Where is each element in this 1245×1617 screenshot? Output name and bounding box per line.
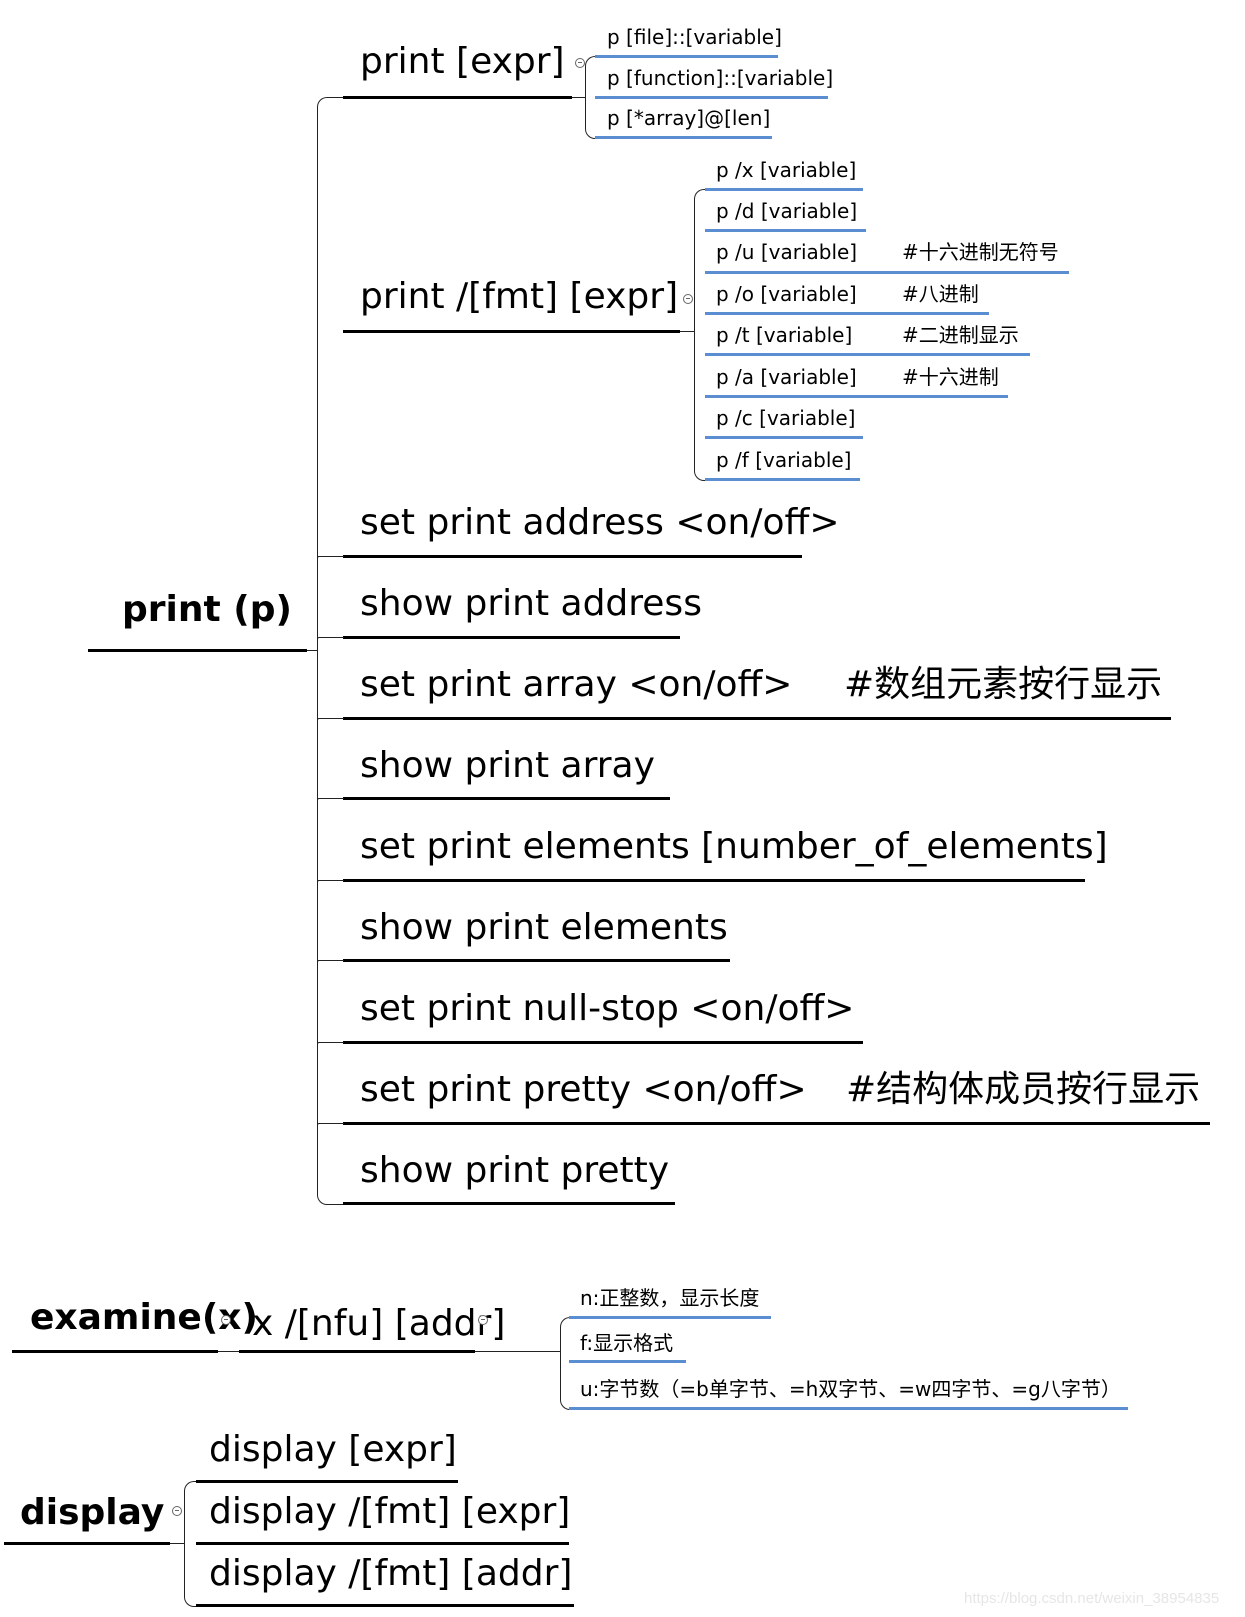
leaf-underline (705, 229, 866, 232)
node-underline (343, 555, 802, 558)
leaf-underline (705, 188, 863, 191)
examine-bracket (560, 1317, 570, 1410)
collapse-toggle-icon[interactable] (575, 58, 585, 68)
leaf-comment: #十六进制 (902, 365, 999, 389)
leaf-p-array-len[interactable]: p [*array]@[len] (607, 108, 770, 128)
leaf-comment: #十六进制无符号 (902, 240, 1059, 264)
connector (680, 331, 694, 332)
leaf-p-a[interactable]: p /a [variable] (716, 367, 857, 387)
collapse-toggle-icon[interactable] (172, 1506, 182, 1516)
show-print-array-node[interactable]: show print array (360, 748, 655, 784)
connector (317, 798, 344, 800)
connector (170, 1543, 184, 1544)
leaf-p-x[interactable]: p /x [variable] (716, 160, 856, 180)
node-comment: #数组元素按行显示 (844, 664, 1163, 705)
node-underline (196, 1542, 569, 1545)
node-underline (343, 1041, 863, 1044)
show-print-elements-node[interactable]: show print elements (360, 910, 728, 946)
display-fmt-addr-node[interactable]: display /[fmt] [addr] (209, 1556, 572, 1592)
leaf-p-c[interactable]: p /c [variable] (716, 408, 855, 428)
connector (317, 556, 344, 558)
examine-root-underline (12, 1350, 218, 1353)
display-expr-node[interactable]: display [expr] (209, 1432, 457, 1468)
leaf-underline (595, 136, 772, 139)
set-print-pretty-node[interactable]: set print pretty <on/off> (360, 1072, 807, 1108)
display-root-label[interactable]: display (20, 1495, 164, 1531)
set-print-address-node[interactable]: set print address <on/off> (360, 505, 840, 541)
leaf-underline (705, 312, 989, 315)
connector (317, 1123, 344, 1125)
node-underline (343, 959, 730, 962)
leaf-underline (569, 1360, 686, 1363)
connector (572, 97, 585, 98)
leaf-comment: #二进制显示 (902, 323, 1019, 347)
leaf-underline (705, 478, 860, 481)
node-underline (196, 1480, 458, 1483)
show-print-address-node[interactable]: show print address (360, 586, 702, 622)
node-underline (343, 1202, 675, 1205)
collapse-toggle-icon[interactable] (683, 294, 693, 304)
leaf-p-f[interactable]: p /f [variable] (716, 450, 851, 470)
leaf-underline (705, 353, 1030, 356)
connector (317, 718, 344, 720)
leaf-underline (705, 395, 1008, 398)
node-underline (343, 1122, 1210, 1125)
leaf-p-file-variable[interactable]: p [file]::[variable] (607, 27, 782, 47)
leaf-underline (569, 1407, 1128, 1410)
examine-child-underline (239, 1350, 475, 1353)
print-branch-bracket (317, 97, 344, 1205)
print-fmt-expr-underline (343, 330, 680, 333)
connector (317, 880, 344, 882)
connector (317, 637, 344, 639)
display-fmt-expr-node[interactable]: display /[fmt] [expr] (209, 1494, 570, 1530)
node-underline (196, 1604, 574, 1607)
leaf-underline (705, 271, 1069, 274)
set-print-elements-node[interactable]: set print elements [number_of_elements] (360, 829, 1108, 865)
leaf-underline (569, 1316, 771, 1319)
print-fmt-expr-node[interactable]: print /[fmt] [expr] (360, 279, 678, 315)
connector (218, 1351, 239, 1352)
node-underline (343, 717, 1171, 720)
collapse-toggle-icon[interactable] (478, 1315, 488, 1325)
watermark: https://blog.csdn.net/weixin_38954835 (964, 1590, 1220, 1607)
leaf-comment: #八进制 (902, 282, 979, 306)
connector (317, 960, 344, 962)
node-underline (343, 636, 680, 639)
leaf-underline (595, 96, 828, 99)
print-expr-node[interactable]: print [expr] (360, 44, 565, 80)
leaf-p-o[interactable]: p /o [variable] (716, 284, 857, 304)
leaf-p-function-variable[interactable]: p [function]::[variable] (607, 68, 833, 88)
leaf-p-t[interactable]: p /t [variable] (716, 325, 852, 345)
set-print-array-node[interactable]: set print array <on/off> (360, 667, 792, 703)
examine-child-node[interactable]: x /[nfu] [addr] (252, 1306, 505, 1342)
leaf-n[interactable]: n:正整数，显示长度 (580, 1288, 759, 1308)
node-underline (343, 879, 1085, 882)
print-root-underline (88, 649, 307, 652)
show-print-pretty-node[interactable]: show print pretty (360, 1153, 669, 1189)
node-underline (343, 797, 670, 800)
leaf-underline (705, 436, 863, 439)
collapse-toggle-icon[interactable] (221, 1315, 231, 1325)
leaf-p-u[interactable]: p /u [variable] (716, 242, 857, 262)
leaf-f[interactable]: f:显示格式 (580, 1333, 673, 1353)
set-print-null-stop-node[interactable]: set print null-stop <on/off> (360, 991, 854, 1027)
display-root-underline (4, 1542, 170, 1545)
print-expr-underline (343, 96, 572, 99)
node-comment: #结构体成员按行显示 (846, 1069, 1201, 1110)
connector (317, 1042, 344, 1044)
connector (475, 1351, 560, 1352)
leaf-underline (595, 55, 778, 58)
leaf-u[interactable]: u:字节数（=b单字节、=h双字节、=w四字节、=g八字节） (580, 1379, 1121, 1399)
leaf-p-d[interactable]: p /d [variable] (716, 201, 857, 221)
print-root-label[interactable]: print (p) (122, 592, 292, 628)
